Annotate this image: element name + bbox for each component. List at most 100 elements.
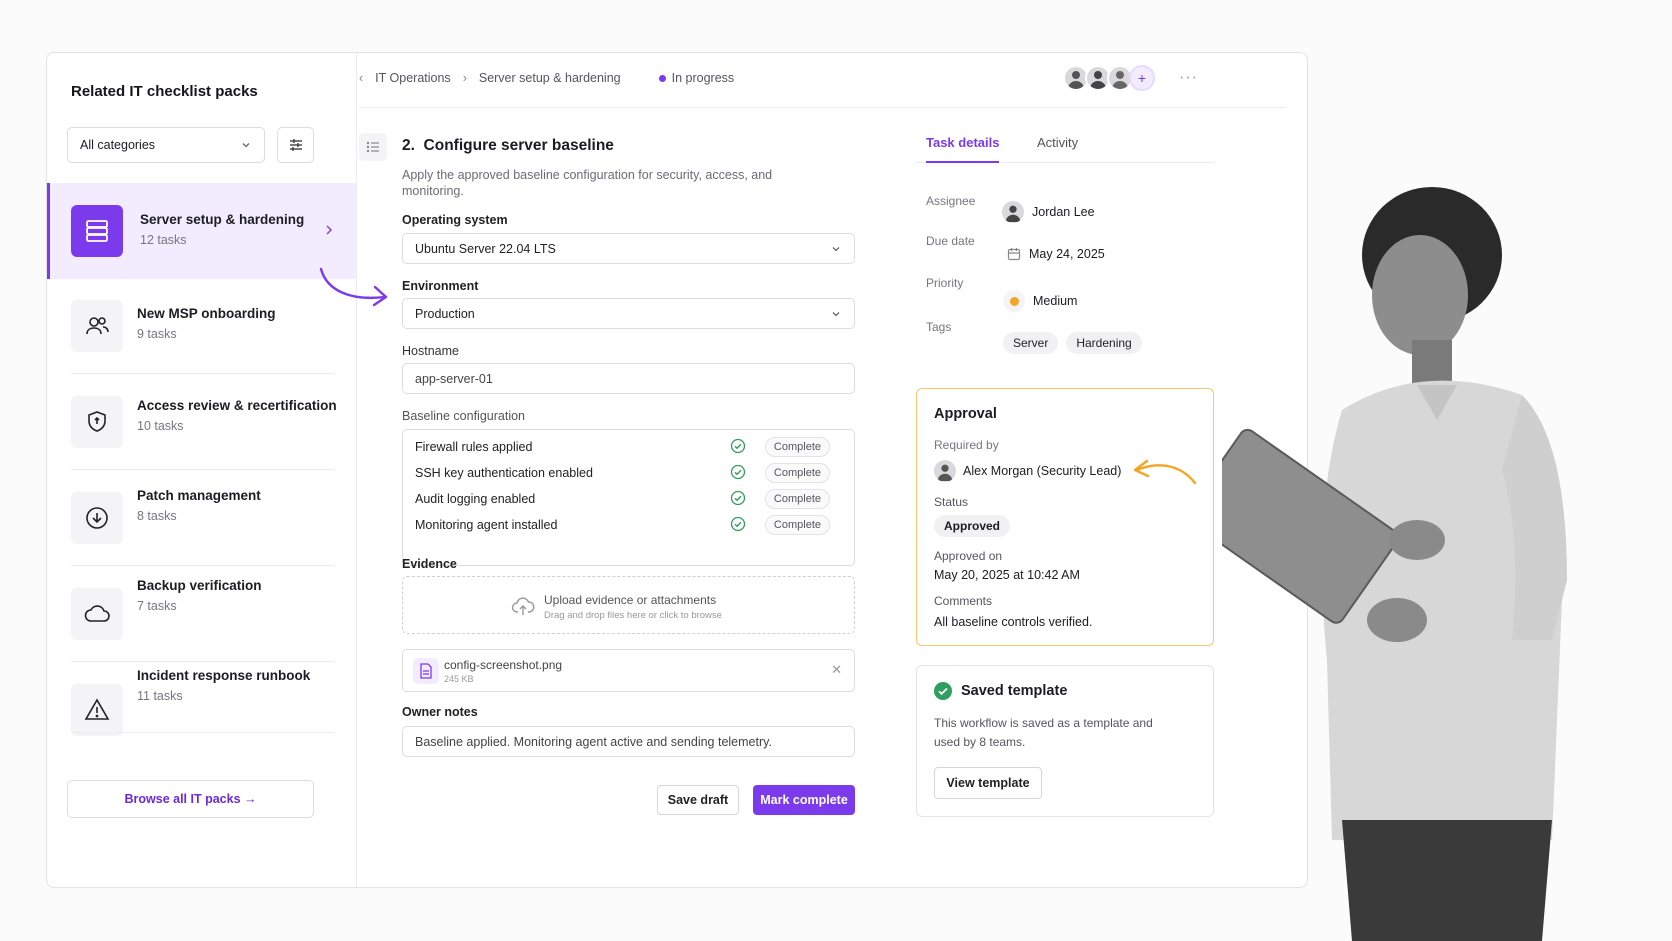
check-circle-icon <box>730 516 746 532</box>
status-badge: Complete <box>764 463 830 483</box>
pack-name: Backup verification <box>137 578 262 593</box>
cloud-upload-icon <box>511 597 535 615</box>
file-size: 245 KB <box>444 674 474 684</box>
pack-name: Access review & recertification <box>137 398 337 413</box>
pack-name: Incident response runbook <box>137 668 311 683</box>
owner-notes-input[interactable]: Baseline applied. Monitoring agent activ… <box>402 726 855 757</box>
upload-dropzone[interactable]: Upload evidence or attachments Drag and … <box>402 576 855 634</box>
divider <box>359 107 1285 108</box>
cloud-icon <box>71 588 123 640</box>
pack-incident-response[interactable]: Incident response runbook 11 tasks <box>47 662 356 758</box>
tags-list: Server Hardening <box>1003 332 1142 354</box>
more-options-icon[interactable]: ··· <box>1179 69 1198 87</box>
divider <box>71 732 334 733</box>
file-name: config-screenshot.png <box>444 658 563 672</box>
pointer-arrow-orange <box>1133 459 1197 485</box>
pack-name: Server setup & hardening <box>140 212 305 227</box>
tab-task-details[interactable]: Task details <box>926 135 1000 163</box>
approval-card: Approval Required by Alex Morgan (Securi… <box>916 388 1214 646</box>
server-icon <box>71 205 123 257</box>
pack-backup-verification[interactable]: Backup verification 7 tasks <box>47 566 356 662</box>
save-draft-button[interactable]: Save draft <box>657 785 739 815</box>
checklist-item[interactable]: Monitoring agent installed Complete <box>415 512 830 538</box>
users-icon <box>71 300 123 352</box>
required-by-label: Required by <box>934 438 999 452</box>
environment-select-value: Production <box>415 306 475 321</box>
tab-activity[interactable]: Activity <box>1037 135 1078 150</box>
comments-label: Comments <box>934 594 993 608</box>
approval-status-badge: Approved <box>934 515 1011 537</box>
environment-label: Environment <box>402 279 479 293</box>
chevron-down-icon <box>832 246 840 251</box>
file-icon <box>413 658 439 684</box>
browse-packs-button[interactable]: Browse all IT packs → <box>67 780 314 818</box>
sidebar-title: Related IT checklist packs <box>71 83 258 100</box>
warning-icon <box>71 684 123 736</box>
pack-msp-onboarding[interactable]: New MSP onboarding 9 tasks <box>47 278 356 374</box>
required-by-value[interactable]: Alex Morgan (Security Lead) <box>934 460 1121 482</box>
check-circle-icon <box>730 490 746 506</box>
remove-file-icon[interactable]: ✕ <box>831 662 842 678</box>
priority-label: Priority <box>926 276 964 290</box>
pack-task-count: 7 tasks <box>137 599 177 613</box>
check-circle-icon <box>934 682 952 700</box>
detail-tabs: Task details Activity <box>916 131 1214 163</box>
os-select-value: Ubuntu Server 22.04 LTS <box>415 241 556 256</box>
checklist-item[interactable]: Firewall rules applied Complete <box>415 434 830 460</box>
add-collaborator-icon[interactable]: + <box>1129 65 1155 91</box>
saved-template-text: This workflow is saved as a template and <box>934 716 1153 730</box>
attached-file: config-screenshot.png 245 KB ✕ <box>402 649 855 692</box>
pack-server-setup[interactable]: Server setup & hardening 12 tasks <box>47 183 356 279</box>
priority-dot <box>1003 290 1025 312</box>
breadcrumb-current[interactable]: Server setup & hardening <box>479 71 621 85</box>
filter-button[interactable] <box>277 127 314 163</box>
sliders-icon <box>289 139 302 151</box>
priority-value[interactable]: Medium <box>1003 290 1077 312</box>
os-select[interactable]: Ubuntu Server 22.04 LTS <box>402 233 855 264</box>
category-select[interactable]: All categories <box>67 127 265 163</box>
checklist-item-label: Firewall rules applied <box>415 440 533 454</box>
chevron-left-icon[interactable]: ‹ <box>359 71 363 85</box>
evidence-label: Evidence <box>402 557 457 571</box>
checklist-item[interactable]: Audit logging enabled Complete <box>415 486 830 512</box>
baseline-label: Baseline configuration <box>402 409 525 423</box>
approval-title: Approval <box>934 406 997 422</box>
tag[interactable]: Server <box>1003 332 1059 354</box>
comments-value: All baseline controls verified. <box>934 615 1093 629</box>
priority-text: Medium <box>1033 294 1078 308</box>
checklist-item-label: SSH key authentication enabled <box>415 466 593 480</box>
due-date-label: Due date <box>926 234 975 248</box>
status-badge: Complete <box>764 515 830 535</box>
breadcrumb-root[interactable]: IT Operations <box>375 71 451 85</box>
step-list-icon[interactable] <box>359 133 387 161</box>
assignee-value[interactable]: Jordan Lee <box>1002 201 1095 223</box>
pack-task-count: 10 tasks <box>137 419 184 433</box>
tag[interactable]: Hardening <box>1066 332 1142 354</box>
pack-patch-management[interactable]: Patch management 8 tasks <box>47 470 356 566</box>
pack-task-count: 8 tasks <box>137 509 177 523</box>
download-icon <box>71 492 123 544</box>
check-circle-icon <box>730 464 746 480</box>
chevron-right-icon <box>326 225 332 235</box>
upload-title: Upload evidence or attachments <box>544 593 717 607</box>
due-date-value[interactable]: May 24, 2025 <box>1007 247 1105 261</box>
mark-complete-button[interactable]: Mark complete <box>753 785 855 815</box>
hostname-input[interactable]: app-server-01 <box>402 363 855 394</box>
pack-task-count: 9 tasks <box>137 327 177 341</box>
breadcrumb: ‹ IT Operations › Server setup & hardeni… <box>359 61 734 95</box>
view-template-button[interactable]: View template <box>934 767 1042 799</box>
check-circle-icon <box>730 438 746 454</box>
baseline-checklist: Firewall rules applied Complete SSH key … <box>402 429 855 566</box>
status-label: Status <box>934 495 969 509</box>
upload-hint: Drag and drop files here or click to bro… <box>544 610 722 621</box>
pack-access-review[interactable]: Access review & recertification 10 tasks <box>47 374 356 470</box>
chevron-down-icon <box>832 311 840 316</box>
shield-icon <box>71 396 123 448</box>
pack-task-count: 11 tasks <box>137 689 183 703</box>
status-dot <box>658 74 666 82</box>
checklist-item[interactable]: SSH key authentication enabled Complete <box>415 460 830 486</box>
approved-on-value: May 20, 2025 at 10:42 AM <box>934 568 1080 582</box>
status-badge: Complete <box>764 437 830 457</box>
due-date-text: May 24, 2025 <box>1029 247 1105 261</box>
environment-select[interactable]: Production <box>402 298 855 329</box>
